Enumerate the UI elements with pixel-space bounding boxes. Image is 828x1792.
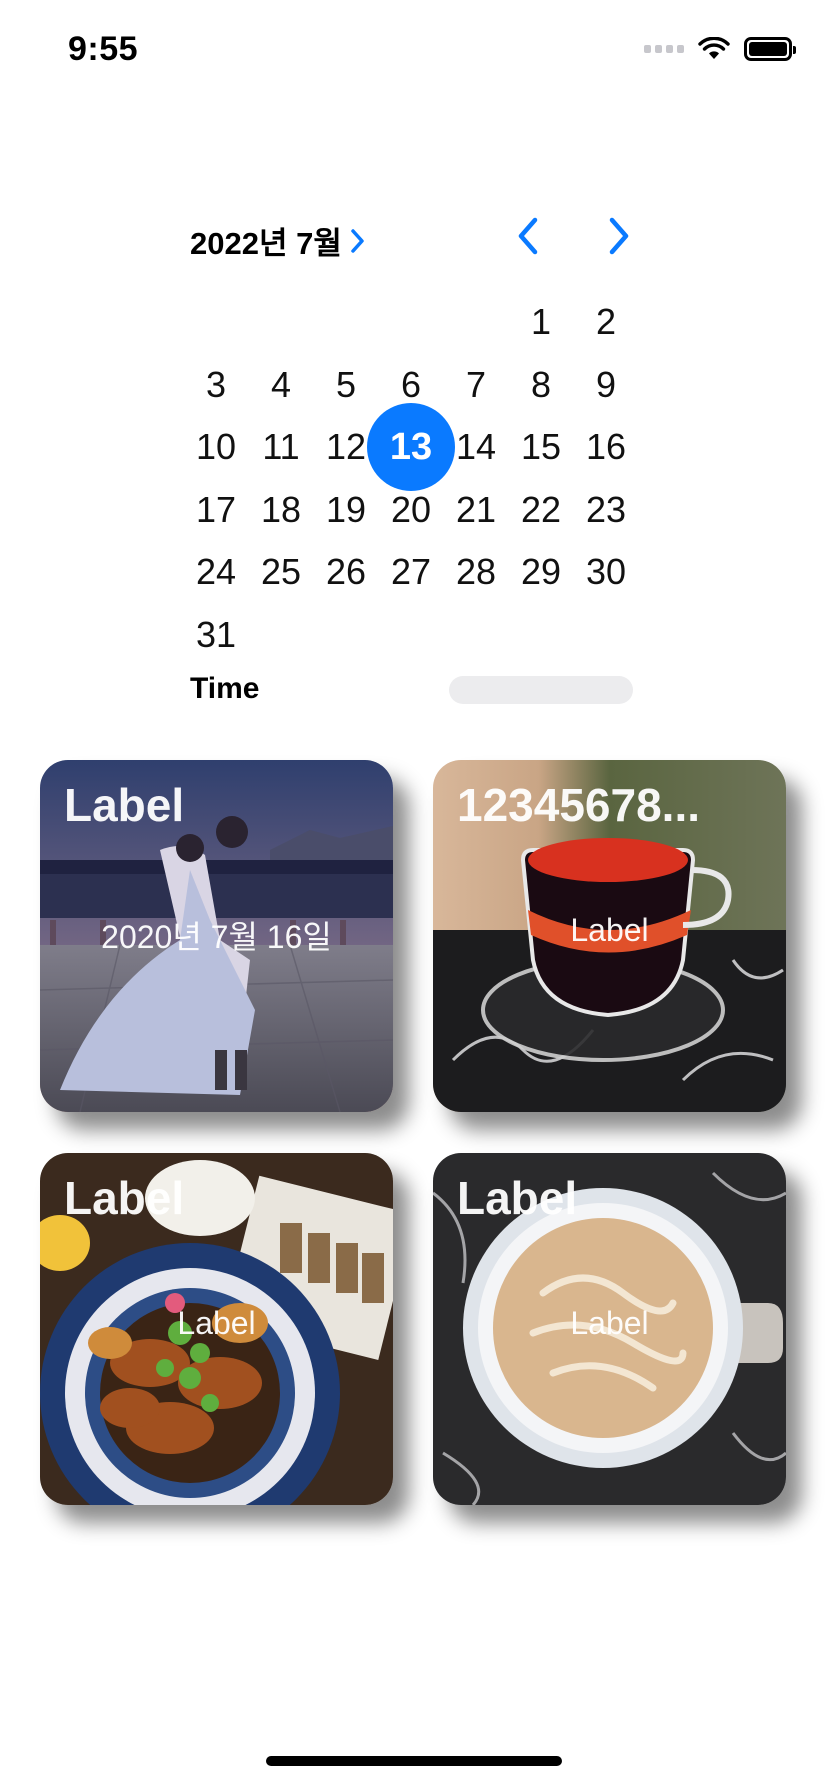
calendar-day-number: 30 xyxy=(585,551,627,592)
calendar-day-number: 14 xyxy=(455,426,497,467)
calendar-day[interactable]: 3 xyxy=(184,357,248,413)
time-row: Time xyxy=(184,668,644,712)
home-indicator[interactable] xyxy=(266,1756,562,1766)
calendar-day[interactable]: 9 xyxy=(574,357,638,413)
calendar-day-number: 15 xyxy=(520,426,562,467)
calendar-day[interactable]: 20 xyxy=(379,482,443,538)
cellular-signal-icon xyxy=(644,45,684,53)
photo-card[interactable]: 12345678... Label xyxy=(433,760,786,1112)
calendar-day-number: 20 xyxy=(390,488,432,530)
calendar-day[interactable]: 5 xyxy=(314,357,378,413)
calendar-day-selected[interactable]: 13 xyxy=(367,403,455,491)
calendar: 2022년 7월 1 2 3 4 5 6 7 8 9 10 11 12 13 14 15 16 17 18 19 20… xyxy=(184,210,644,655)
previous-month-button[interactable] xyxy=(508,214,548,258)
chevron-right-icon xyxy=(351,228,364,253)
status-time: 9:55 xyxy=(68,30,139,68)
calendar-day[interactable]: 14 xyxy=(444,419,508,475)
calendar-day-number: 28 xyxy=(455,551,497,592)
calendar-day-number: 21 xyxy=(455,488,497,530)
photo-card[interactable]: Label 2020년 7월 16일 xyxy=(40,760,393,1112)
card-title: Label xyxy=(64,1172,185,1224)
card-title: Label xyxy=(457,1172,578,1224)
calendar-day[interactable]: 11 xyxy=(249,419,313,475)
time-label: Time xyxy=(190,672,260,705)
card-subtitle: Label xyxy=(570,912,649,948)
card-subtitle: Label xyxy=(570,1305,649,1341)
time-picker[interactable] xyxy=(449,676,633,704)
calendar-day[interactable]: 18 xyxy=(249,482,313,538)
calendar-day[interactable]: 1 xyxy=(509,294,573,350)
calendar-day-number: 9 xyxy=(595,363,617,405)
calendar-day[interactable]: 30 xyxy=(574,544,638,600)
calendar-day-number: 18 xyxy=(260,488,302,530)
calendar-day-number: 11 xyxy=(262,426,300,467)
calendar-day-number: 24 xyxy=(195,551,237,592)
calendar-day[interactable]: 17 xyxy=(184,482,248,538)
calendar-day[interactable]: 4 xyxy=(249,357,313,413)
calendar-day[interactable]: 16 xyxy=(574,419,638,475)
calendar-day-number: 8 xyxy=(530,363,552,405)
wifi-icon xyxy=(698,37,730,59)
calendar-day-number: 3 xyxy=(205,363,227,405)
calendar-day[interactable]: 19 xyxy=(314,482,378,538)
calendar-day-number: 4 xyxy=(270,363,292,405)
card-subtitle: 2020년 7월 16일 xyxy=(101,919,332,955)
status-icons xyxy=(644,34,796,64)
days-grid: 1 2 3 4 5 6 7 8 9 10 11 12 13 14 15 16 17 18 19 20 21 22 23 24 2… xyxy=(184,294,644,674)
photo-card[interactable]: Label Label xyxy=(433,1153,786,1505)
calendar-day-number: 16 xyxy=(585,426,627,467)
card-subtitle: Label xyxy=(177,1305,256,1341)
calendar-day-number: 5 xyxy=(335,363,357,405)
calendar-day-number: 13 xyxy=(389,425,433,468)
calendar-day[interactable]: 28 xyxy=(444,544,508,600)
calendar-day-number: 7 xyxy=(465,363,487,405)
calendar-day-number: 31 xyxy=(195,613,237,655)
calendar-day-number: 26 xyxy=(325,551,367,592)
calendar-day[interactable]: 8 xyxy=(509,357,573,413)
calendar-day[interactable]: 25 xyxy=(249,544,313,600)
calendar-day[interactable]: 31 xyxy=(184,607,248,663)
chevron-left-icon xyxy=(518,217,538,255)
calendar-day[interactable]: 26 xyxy=(314,544,378,600)
calendar-day-number: 22 xyxy=(520,488,562,530)
calendar-day-number: 17 xyxy=(195,488,237,530)
calendar-day[interactable]: 7 xyxy=(444,357,508,413)
card-title: Label xyxy=(64,779,185,831)
calendar-day[interactable]: 10 xyxy=(184,419,248,475)
calendar-day-number: 2 xyxy=(595,301,617,342)
calendar-day-number: 29 xyxy=(520,551,562,592)
calendar-day-number: 27 xyxy=(390,551,432,592)
calendar-day-number: 10 xyxy=(195,426,237,467)
calendar-day[interactable]: 24 xyxy=(184,544,248,600)
calendar-day[interactable]: 29 xyxy=(509,544,573,600)
card-title: 12345678... xyxy=(457,779,701,831)
status-bar: 9:55 xyxy=(0,0,828,100)
calendar-day[interactable]: 2 xyxy=(574,294,638,350)
calendar-day-number: 6 xyxy=(400,363,422,405)
calendar-day-number: 19 xyxy=(325,488,367,530)
calendar-day[interactable]: 27 xyxy=(379,544,443,600)
calendar-day[interactable]: 21 xyxy=(444,482,508,538)
calendar-day-number: 12 xyxy=(325,426,367,467)
calendar-header: 2022년 7월 xyxy=(184,210,644,270)
battery-icon xyxy=(744,37,796,61)
calendar-day[interactable]: 23 xyxy=(574,482,638,538)
calendar-day[interactable]: 22 xyxy=(509,482,573,538)
calendar-day-number: 1 xyxy=(530,301,552,342)
calendar-day-number: 23 xyxy=(585,488,627,530)
calendar-day-number: 25 xyxy=(260,551,302,592)
month-picker-button[interactable]: 2022년 7월 xyxy=(190,218,366,263)
month-title: 2022년 7월 xyxy=(190,226,342,261)
photo-card[interactable]: Label Label xyxy=(40,1153,393,1505)
chevron-right-icon xyxy=(609,217,629,255)
next-month-button[interactable] xyxy=(599,214,639,258)
calendar-day[interactable]: 15 xyxy=(509,419,573,475)
